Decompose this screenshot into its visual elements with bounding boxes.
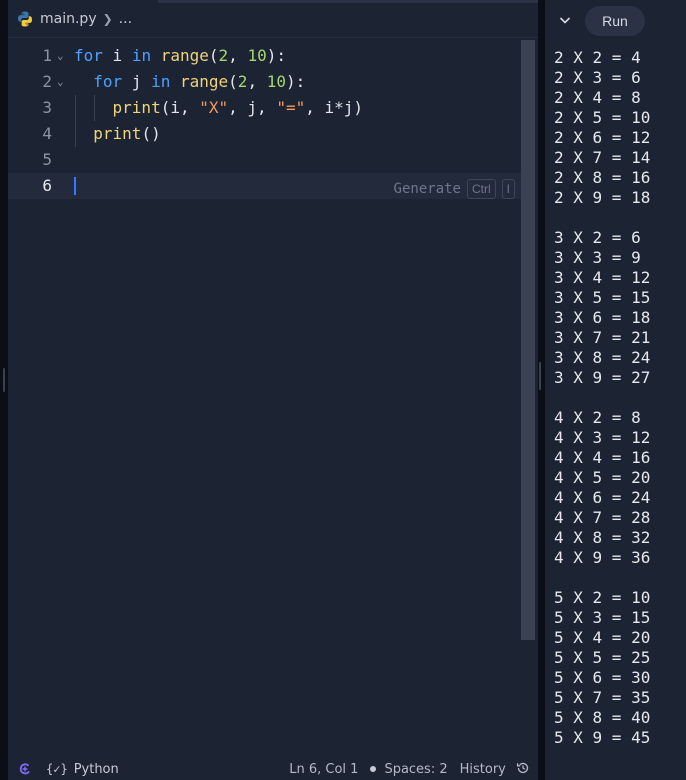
code-token: , j, (228, 98, 277, 117)
code-token: print (93, 124, 142, 143)
code-token: print (112, 98, 161, 117)
indent-label: Spaces: 2 (384, 761, 448, 777)
code-token: (i, (160, 98, 200, 117)
code-token: ): (266, 46, 286, 65)
history-button[interactable]: History (460, 761, 530, 777)
code-line[interactable]: 5 (8, 147, 523, 173)
code-text: for i in range(2, 10): (74, 43, 286, 69)
code-token: range (179, 72, 229, 91)
line-number: 2 (42, 72, 52, 91)
breadcrumb: main.py ❯ ... (8, 0, 538, 38)
code-text: print() (74, 121, 161, 147)
dot-icon (370, 766, 377, 772)
line-number: 6 (42, 176, 52, 195)
history-label: History (459, 762, 506, 777)
language-label: Python (73, 761, 119, 777)
code-token: for (93, 72, 123, 91)
line-number: 3 (42, 98, 52, 117)
console-pane: Run 2 X 2 = 4 2 X 3 = 6 2 X 4 = 8 2 X 5 … (545, 0, 686, 780)
code-token: () (141, 124, 161, 143)
line-number: 1 (42, 46, 52, 65)
code-token: range (160, 46, 209, 65)
code-text: print(i, "X", j, "=", i*j) (74, 95, 363, 121)
code-token: "X" (199, 98, 229, 117)
code-line[interactable]: 3 print(i, "X", j, "=", i*j) (8, 95, 523, 121)
code-editor-pane[interactable]: main.py ❯ ... 1 ⌄ for i in range(2, 10): 2 ⌄… (8, 0, 538, 780)
python-file-icon (18, 11, 32, 26)
code-line[interactable]: 1 ⌄ for i in range(2, 10): (8, 43, 523, 69)
shortcut-key-i: I (501, 179, 515, 199)
code-token: , (247, 72, 267, 91)
code-token: for (74, 46, 103, 65)
code-token: , i*j) (305, 98, 364, 117)
code-area[interactable]: 1 ⌄ for i in range(2, 10): 2 ⌄ for j in rang… (8, 40, 523, 640)
line-number: 4 (42, 124, 52, 143)
code-token: ( (208, 46, 219, 65)
code-token: , (228, 46, 248, 65)
line-number: 5 (42, 150, 52, 169)
code-token: 2 (237, 72, 248, 91)
text-cursor (74, 177, 76, 195)
indent-setting[interactable]: Spaces: 2 (370, 761, 448, 777)
status-bar: {✓} Python Ln 6, Col 1 Spaces: 2 History (8, 758, 538, 780)
history-icon (516, 762, 529, 774)
code-token: i (102, 46, 132, 65)
code-line-active[interactable]: 6 Generate Ctrl I (8, 173, 523, 199)
editor-scrollbar[interactable] (521, 40, 535, 640)
pane-resize-handle[interactable] (539, 362, 541, 390)
language-selector[interactable]: {✓} Python (46, 762, 119, 777)
left-resize-handle[interactable] (3, 368, 5, 392)
cursor-position[interactable]: Ln 6, Col 1 (289, 762, 358, 777)
console-header: Run (545, 0, 686, 40)
fold-chevron-icon[interactable]: ⌄ (57, 43, 64, 69)
code-token: 2 (218, 46, 229, 65)
code-token: in (131, 46, 152, 65)
code-token: "=" (276, 98, 306, 117)
code-token: 10 (266, 72, 286, 91)
code-token: j (122, 72, 152, 91)
code-token: 10 (247, 46, 267, 65)
breadcrumb-more[interactable]: ... (119, 11, 132, 27)
code-token: ( (228, 72, 238, 91)
run-button[interactable]: Run (585, 6, 645, 36)
code-token: ): (285, 72, 306, 91)
chevron-right-icon: ❯ (102, 11, 113, 26)
breadcrumb-file[interactable]: main.py (40, 11, 97, 27)
generate-label: Generate (393, 181, 461, 197)
code-line[interactable]: 4 print() (8, 121, 523, 147)
code-text: for j in range(2, 10): (74, 69, 305, 95)
code-line[interactable]: 2 ⌄ for j in range(2, 10): (8, 69, 523, 95)
chevron-down-icon[interactable] (557, 12, 573, 28)
shortcut-key-ctrl: Ctrl (466, 179, 496, 199)
code-token: in (151, 72, 171, 91)
braces-icon: {✓} (46, 761, 68, 776)
ai-assistant-icon[interactable] (18, 762, 32, 776)
generate-hint[interactable]: Generate Ctrl I (394, 176, 515, 202)
console-output: 2 X 2 = 4 2 X 3 = 6 2 X 4 = 8 2 X 5 = 10… (554, 48, 651, 747)
fold-chevron-icon[interactable]: ⌄ (57, 69, 64, 95)
